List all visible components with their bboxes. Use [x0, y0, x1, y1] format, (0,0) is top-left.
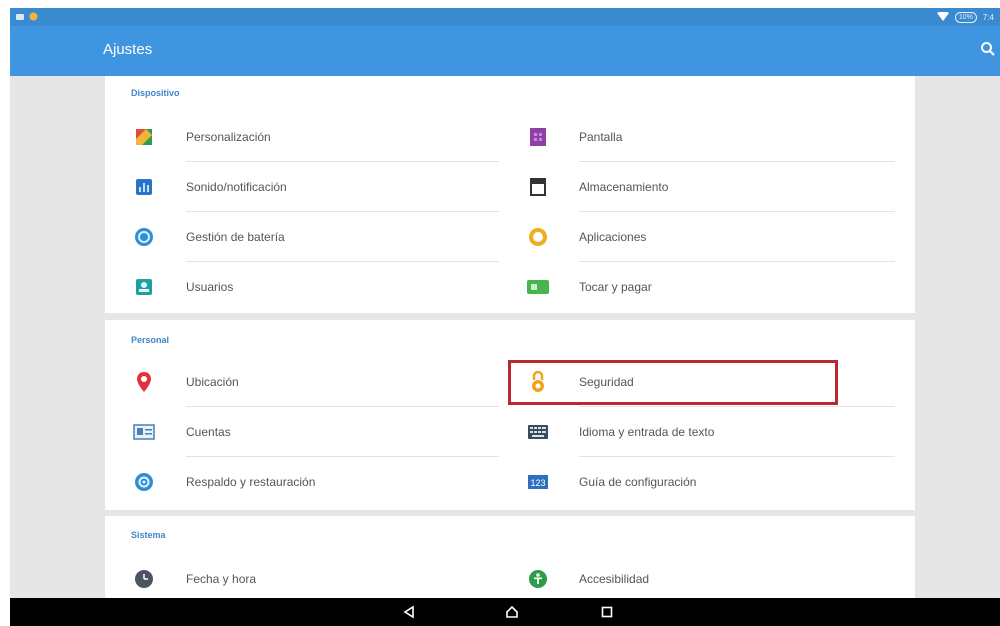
tap-pay-icon	[527, 276, 549, 298]
settings-item-label: Idioma y entrada de texto	[579, 425, 715, 439]
left-gutter	[10, 76, 105, 598]
settings-item-label: Guía de configuración	[579, 475, 697, 489]
settings-item-guia[interactable]: 123 Guía de configuración	[525, 457, 895, 507]
settings-item-label: Tocar y pagar	[579, 280, 652, 294]
users-icon	[133, 276, 155, 298]
right-gutter	[915, 76, 1000, 598]
sound-icon	[133, 176, 155, 198]
page-title: Ajustes	[103, 41, 153, 58]
highlight-frame	[508, 360, 838, 405]
status-bar: 10% 7:4	[10, 8, 1000, 26]
settings-item-label: Usuarios	[186, 280, 234, 294]
section-title: Sistema	[131, 530, 166, 540]
settings-item-label: Personalización	[186, 130, 271, 144]
settings-item-idioma[interactable]: Idioma y entrada de texto	[525, 407, 895, 457]
settings-item-label: Aplicaciones	[579, 230, 647, 244]
settings-item-sonido[interactable]: Sonido/notificación	[131, 162, 499, 212]
sd-card-icon	[16, 8, 24, 26]
settings-item-label: Sonido/notificación	[186, 180, 287, 194]
settings-item-tocar-pagar[interactable]: Tocar y pagar	[525, 262, 895, 312]
settings-item-label: Ubicación	[186, 375, 239, 389]
section-separator	[105, 313, 915, 320]
battery-management-icon	[133, 226, 155, 248]
settings-item-label: Respaldo y restauración	[186, 475, 316, 489]
settings-item-fecha-hora[interactable]: Fecha y hora	[131, 554, 499, 604]
keyboard-icon	[527, 421, 549, 443]
app-bar: Ajustes	[10, 26, 1000, 76]
navigation-bar	[10, 598, 1000, 626]
settings-item-accesibilidad[interactable]: Accesibilidad	[525, 554, 895, 604]
back-icon[interactable]	[402, 605, 416, 619]
section-dispositivo: Dispositivo Personalización Pantalla Son…	[105, 76, 915, 313]
setup-guide-icon: 123	[527, 471, 549, 493]
backup-icon	[133, 471, 155, 493]
settings-item-aplicaciones[interactable]: Aplicaciones	[525, 212, 895, 262]
wifi-icon	[936, 11, 949, 23]
settings-item-usuarios[interactable]: Usuarios	[131, 262, 499, 312]
settings-item-cuentas[interactable]: Cuentas	[131, 407, 499, 457]
section-title: Personal	[131, 335, 170, 345]
settings-item-label: Pantalla	[579, 130, 623, 144]
settings-item-label: Almacenamiento	[579, 180, 669, 194]
settings-item-label: Fecha y hora	[186, 572, 257, 586]
home-icon[interactable]	[505, 605, 519, 619]
notification-dot-icon	[29, 8, 38, 26]
settings-item-bateria[interactable]: Gestión de batería	[131, 212, 499, 262]
settings-item-personalizacion[interactable]: Personalización	[131, 112, 499, 162]
display-icon	[527, 126, 549, 148]
personalization-icon	[133, 126, 155, 148]
settings-item-pantalla[interactable]: Pantalla	[525, 112, 895, 162]
accounts-icon	[133, 421, 155, 443]
section-sistema: Sistema Fecha y hora Accesibilidad	[105, 516, 915, 598]
section-personal: Personal Ubicación Seguridad Cuentas Idi…	[105, 320, 915, 510]
apps-icon	[527, 226, 549, 248]
battery-icon: 10%	[954, 11, 977, 23]
section-title: Dispositivo	[131, 88, 180, 98]
settings-item-respaldo[interactable]: Respaldo y restauración	[131, 457, 499, 507]
location-icon	[133, 371, 155, 393]
storage-icon	[527, 176, 549, 198]
accessibility-icon	[527, 568, 549, 590]
settings-item-label: Accesibilidad	[579, 572, 650, 586]
recents-icon[interactable]	[600, 605, 614, 619]
search-icon[interactable]	[980, 41, 996, 57]
clock-icon	[133, 568, 155, 590]
settings-item-almacenamiento[interactable]: Almacenamiento	[525, 162, 895, 212]
status-time: 7:4	[982, 12, 994, 22]
settings-item-label: Cuentas	[186, 425, 231, 439]
svg-text:123: 123	[530, 478, 545, 488]
settings-item-label: Gestión de batería	[186, 230, 285, 244]
settings-item-ubicacion[interactable]: Ubicación	[131, 357, 499, 407]
